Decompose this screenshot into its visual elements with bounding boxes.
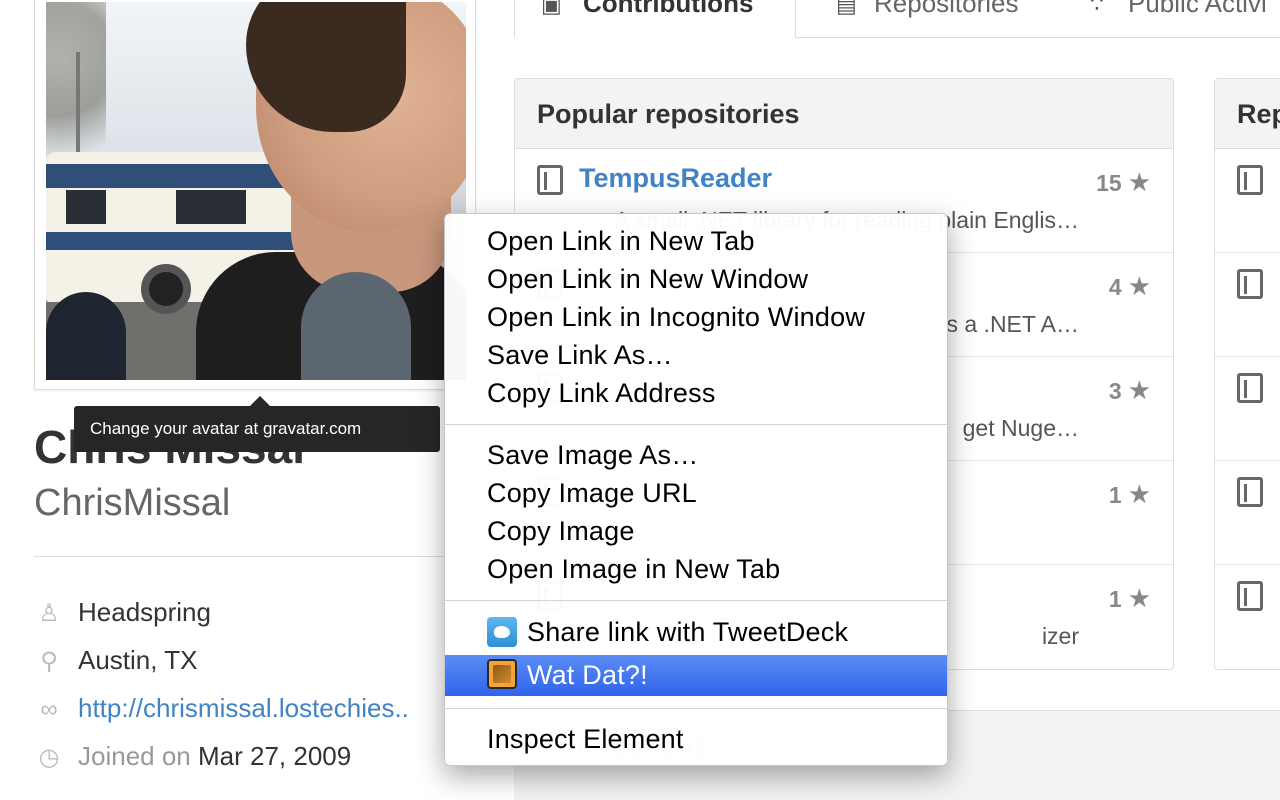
menu-item-label: Wat Dat?! — [527, 660, 648, 690]
location-pin-icon: ⚲ — [40, 648, 58, 675]
menu-item-wat-dat[interactable]: Wat Dat?! — [445, 655, 947, 696]
star-icon: ★ — [1127, 583, 1151, 613]
repo-row[interactable] — [1215, 149, 1280, 253]
menu-item-open-link-new-tab[interactable]: Open Link in New Tab — [445, 222, 947, 260]
tab-contributions[interactable]: ▣ Contributions — [514, 0, 796, 38]
panel-title: Popular repositories — [515, 79, 1173, 149]
star-count: 1 — [1108, 482, 1122, 508]
divider — [34, 556, 476, 557]
location-text: Austin, TX — [78, 645, 198, 675]
tab-repositories[interactable]: ▤ Repositories — [832, 0, 1019, 38]
repo-name-link[interactable]: TempusReader — [579, 163, 772, 194]
repo-stars: 4 ★ — [1109, 271, 1151, 302]
organization-icon: ♙ — [38, 600, 60, 627]
avatar-tooltip: Change your avatar at gravatar.com — [74, 406, 440, 452]
joined-label: Joined on — [78, 741, 191, 771]
tab-label: Repositories — [874, 0, 1019, 18]
profile-tabs: ▣ Contributions ▤ Repositories ∵ Public … — [514, 0, 1280, 38]
star-icon: ★ — [1127, 167, 1151, 197]
wat-dat-icon — [487, 659, 517, 689]
menu-item-open-image-new-tab[interactable]: Open Image in New Tab — [445, 550, 947, 588]
panel-title: Rep — [1215, 79, 1280, 149]
star-icon: ★ — [1127, 271, 1151, 301]
star-count: 4 — [1108, 274, 1122, 300]
rss-icon: ∵ — [1090, 0, 1104, 17]
repo-icon — [1237, 165, 1263, 195]
repo-stars: 1 ★ — [1109, 583, 1151, 614]
star-count: 3 — [1108, 378, 1122, 404]
twitter-icon — [487, 617, 517, 647]
menu-item-copy-image-url[interactable]: Copy Image URL — [445, 474, 947, 512]
repo-row[interactable] — [1215, 357, 1280, 461]
tab-label: Contributions — [583, 0, 754, 18]
company-text: Headspring — [78, 597, 211, 627]
context-menu: Open Link in New Tab Open Link in New Wi… — [444, 213, 948, 766]
menu-item-copy-image[interactable]: Copy Image — [445, 512, 947, 550]
star-icon: ★ — [1127, 375, 1151, 405]
contributions-icon: ▣ — [541, 0, 562, 17]
clock-icon: ◷ — [38, 744, 60, 771]
avatar-image[interactable] — [46, 2, 466, 380]
menu-item-save-link-as[interactable]: Save Link As… — [445, 336, 947, 374]
joined-date: Mar 27, 2009 — [198, 741, 352, 771]
repo-icon — [1237, 581, 1263, 611]
repo-icon — [537, 165, 563, 195]
menu-item-share-tweetdeck[interactable]: Share link with TweetDeck — [445, 613, 947, 651]
repo-icon — [1237, 477, 1263, 507]
repo-row[interactable] — [1215, 461, 1280, 565]
menu-item-open-link-new-window[interactable]: Open Link in New Window — [445, 260, 947, 298]
menu-separator — [445, 600, 947, 601]
menu-item-copy-link-address[interactable]: Copy Link Address — [445, 374, 947, 412]
repo-stars: 15 ★ — [1096, 167, 1151, 198]
star-count: 1 — [1108, 586, 1122, 612]
menu-separator — [445, 424, 947, 425]
menu-item-label: Share link with TweetDeck — [527, 617, 849, 647]
website-link[interactable]: http://chrismissal.lostechies.. — [78, 692, 409, 724]
menu-separator — [445, 708, 947, 709]
repo-stars: 3 ★ — [1109, 375, 1151, 406]
star-icon: ★ — [1127, 479, 1151, 509]
menu-item-inspect-element[interactable]: Inspect Element — [445, 720, 947, 758]
repo-icon — [1237, 269, 1263, 299]
tooltip-arrow — [250, 396, 270, 406]
menu-item-save-image-as[interactable]: Save Image As… — [445, 436, 947, 474]
tab-public-activity[interactable]: ∵ Public Activi — [1086, 0, 1267, 38]
repo-row[interactable] — [1215, 565, 1280, 669]
repo-row[interactable] — [1215, 253, 1280, 357]
profile-username: ChrisMissal — [34, 482, 231, 524]
repo-stars: 1 ★ — [1109, 479, 1151, 510]
repo-icon — [1237, 373, 1263, 403]
link-icon: ∞ — [40, 696, 58, 723]
menu-item-open-link-incognito[interactable]: Open Link in Incognito Window — [445, 298, 947, 336]
star-count: 15 — [1096, 170, 1122, 196]
avatar-frame — [34, 0, 476, 390]
repositories-contributed-panel: Rep — [1214, 78, 1280, 670]
repo-icon: ▤ — [836, 0, 857, 17]
tab-label: Public Activi — [1128, 0, 1267, 18]
